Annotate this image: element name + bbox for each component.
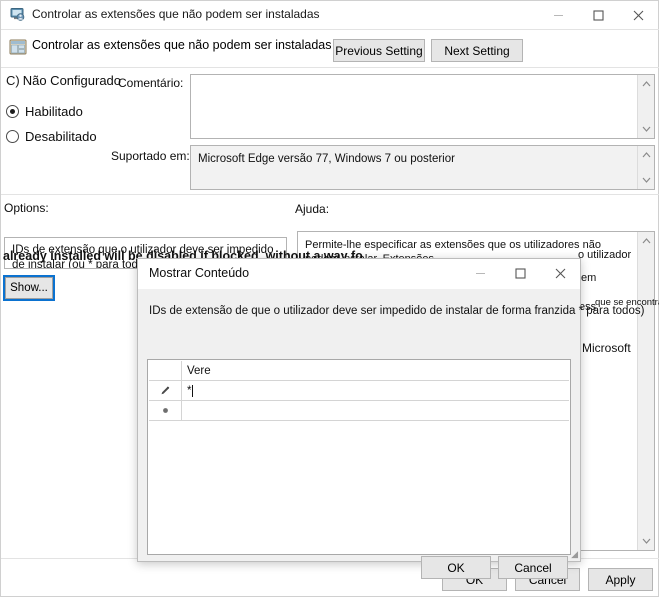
help-fragment-microsoft: Microsoft	[582, 341, 631, 355]
window-controls	[538, 1, 658, 29]
grid-header-row: Vere	[149, 361, 569, 381]
radio-not-configured-glyph: C)	[6, 73, 20, 88]
scroll-down-icon[interactable]	[638, 121, 654, 137]
policy-window-icon	[9, 6, 26, 23]
maximize-icon[interactable]	[578, 1, 618, 29]
help-label: Ajuda:	[295, 202, 330, 216]
grid-cell-text: *	[187, 384, 192, 397]
help-scrollbar[interactable]	[637, 232, 654, 550]
mid-divider	[1, 194, 659, 195]
grid-header-corner	[149, 361, 182, 380]
grid-rows-container: Vere *	[149, 361, 569, 421]
window-title: Controlar as extensões que não podem ser…	[32, 7, 320, 21]
table-row-new[interactable]	[149, 401, 569, 421]
policy-setting-icon	[9, 38, 27, 56]
modal-window-controls	[460, 259, 580, 287]
scroll-up-icon[interactable]	[638, 76, 654, 92]
radio-enabled-mark	[6, 105, 19, 118]
help-fragment-utilizador: o utilizador	[578, 249, 632, 261]
window-titlebar: Controlar as extensões que não podem ser…	[1, 1, 658, 29]
policy-setting-title: Controlar as extensões que não podem ser…	[32, 38, 332, 52]
comment-label: Comentário:	[118, 76, 184, 90]
help-fragment-em: em	[581, 272, 597, 284]
row-edit-pencil-icon	[149, 381, 182, 400]
modal-close-icon[interactable]	[540, 259, 580, 287]
scroll-up-icon[interactable]	[638, 147, 654, 163]
grid-cell-new-value[interactable]	[182, 401, 569, 420]
radio-enabled[interactable]: Habilitado	[6, 104, 83, 119]
apply-button[interactable]: Apply	[588, 568, 653, 591]
modal-title: Mostrar Conteúdo	[149, 266, 250, 280]
values-grid[interactable]: Vere *	[147, 359, 571, 555]
modal-cancel-button[interactable]: Cancel	[498, 556, 568, 579]
radio-disabled-label: Desabilitado	[25, 129, 97, 144]
next-setting-button[interactable]: Next Setting	[431, 39, 523, 62]
new-row-asterisk-icon	[149, 401, 182, 420]
modal-maximize-icon[interactable]	[500, 259, 540, 287]
scroll-down-icon[interactable]	[638, 533, 654, 549]
supported-value: Microsoft Edge versão 77, Windows 7 ou p…	[198, 153, 455, 165]
comment-input[interactable]	[190, 74, 655, 139]
comment-scrollbar[interactable]	[637, 75, 654, 138]
modal-ok-button[interactable]: OK	[421, 556, 491, 579]
supported-scrollbar[interactable]	[637, 146, 654, 189]
modal-titlebar: Mostrar Conteúdo	[138, 259, 580, 289]
scroll-up-icon[interactable]	[638, 233, 654, 249]
header-divider	[1, 67, 659, 68]
text-caret	[192, 384, 194, 397]
titlebar-divider	[1, 29, 659, 30]
grid-cell-value[interactable]: *	[182, 381, 569, 400]
table-row[interactable]: *	[149, 381, 569, 401]
minimize-icon[interactable]	[538, 1, 578, 29]
supported-on-field: Microsoft Edge versão 77, Windows 7 ou p…	[190, 145, 655, 190]
previous-setting-button[interactable]: Previous Setting	[333, 39, 425, 62]
radio-enabled-label: Habilitado	[25, 104, 83, 119]
show-button[interactable]: Show...	[3, 275, 55, 301]
modal-resize-grip[interactable]: ◢	[566, 548, 578, 560]
radio-not-configured[interactable]: C) Não Configurado	[6, 73, 121, 88]
close-icon[interactable]	[618, 1, 658, 29]
radio-not-configured-label: Não Configurado	[22, 73, 122, 88]
modal-body: IDs de extensão de que o utilizador deve…	[138, 289, 644, 579]
supported-label: Suportado em:	[111, 149, 190, 163]
radio-disabled[interactable]: Desabilitado	[6, 129, 97, 144]
options-label: Options:	[4, 201, 49, 215]
scroll-down-icon[interactable]	[638, 172, 654, 188]
radio-disabled-mark	[6, 130, 19, 143]
modal-description: IDs de extensão de que o utilizador deve…	[149, 305, 645, 317]
grid-column-header-value[interactable]: Vere	[182, 361, 569, 380]
show-contents-dialog: Mostrar Conteúdo IDs de extensão de que …	[137, 258, 644, 579]
modal-minimize-icon[interactable]	[460, 259, 500, 287]
